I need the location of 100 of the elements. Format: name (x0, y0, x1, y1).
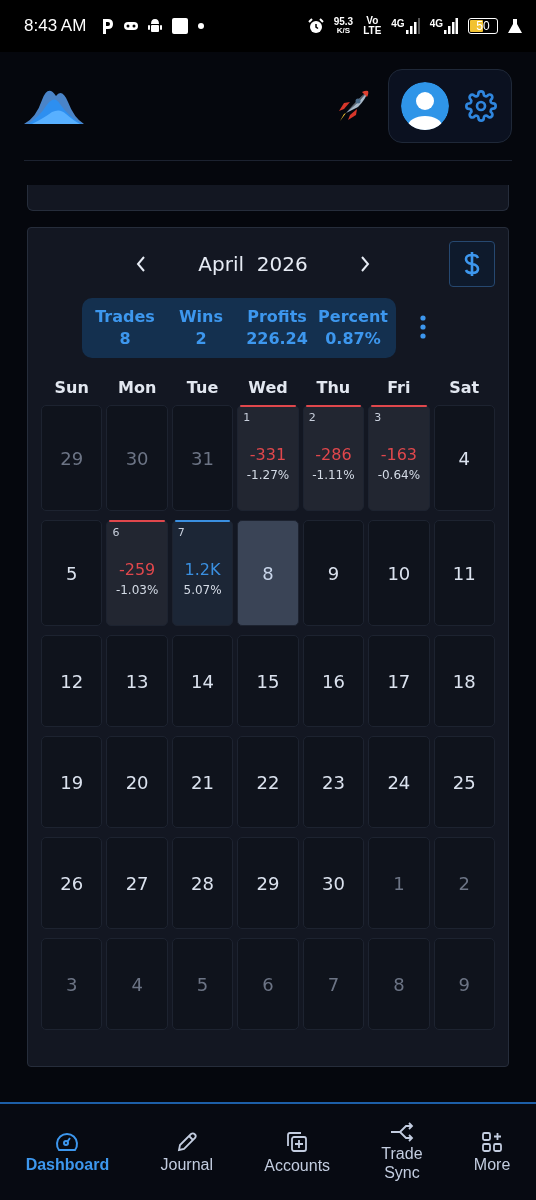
stat-value: 226.24 (246, 328, 308, 350)
calendar-day[interactable]: 28 (171, 837, 234, 929)
network-speed: 95.3 (333, 17, 354, 27)
calendar-day[interactable]: 30 (106, 405, 168, 511)
signal-icon (405, 18, 420, 34)
nav-tab[interactable]: More (473, 1130, 511, 1174)
copy-plus-icon (285, 1129, 310, 1154)
split-arrows-icon (388, 1122, 415, 1142)
calendar-day[interactable]: 29 (41, 405, 103, 511)
calendar-day-card[interactable]: 2 -286 -1.11% (302, 405, 365, 511)
nav-tab[interactable]: Trade Sync (381, 1122, 423, 1182)
weekday-label: Thu (315, 378, 352, 397)
grid-plus-icon (481, 1130, 504, 1153)
profit-amount: 1.2K (184, 559, 221, 579)
square-icon (172, 18, 189, 34)
alarm-icon (307, 18, 324, 34)
calendar-day-card[interactable]: 7 1.2K 5.07% (171, 520, 234, 626)
stat-label: Wins (178, 306, 223, 328)
calendar-day[interactable]: 26 (41, 837, 103, 929)
calendar-day[interactable]: 17 (368, 635, 430, 727)
calendar-day[interactable]: 11 (433, 520, 495, 626)
calendar-day[interactable]: 23 (302, 736, 365, 828)
calendar-day[interactable]: 7 (302, 938, 365, 1030)
calendar-day[interactable]: 2 (433, 837, 495, 929)
volte-label: Vo (366, 16, 379, 26)
calendar-day[interactable]: 21 (171, 736, 234, 828)
gauge-icon (55, 1130, 80, 1153)
calendar-day[interactable]: 16 (302, 635, 365, 727)
calendar-day[interactable]: 9 (433, 938, 495, 1030)
day-number: 1 (243, 411, 251, 424)
calendar-day[interactable]: 5 (171, 938, 234, 1030)
calendar-day-card[interactable]: 3 -163 -0.64% (368, 405, 430, 511)
stat-label: Percent (318, 306, 388, 328)
nav-tab[interactable]: Dashboard (25, 1130, 110, 1174)
network-type: 4G (429, 18, 443, 29)
kebab-menu-icon (420, 314, 426, 339)
calendar-day[interactable]: 5 (41, 520, 103, 626)
weekday-label: Wed (247, 378, 289, 397)
month-title: April 2026 (197, 252, 309, 276)
chevron-right-icon (359, 255, 371, 273)
pencil-icon (175, 1130, 198, 1153)
weekday-label: Sat (448, 378, 481, 397)
dot-icon (198, 23, 205, 29)
calendar-day[interactable]: 30 (302, 837, 365, 929)
calendar-day[interactable]: 1 (368, 837, 430, 929)
day-number: 3 (374, 411, 382, 424)
settings-icon[interactable] (465, 90, 497, 122)
stat-value: 8 (119, 328, 131, 350)
profit-amount: -163 (380, 444, 417, 464)
profit-percent: -0.64% (377, 467, 421, 482)
network-type: 4G (391, 18, 405, 29)
calendar-day[interactable]: 22 (237, 736, 299, 828)
currency-button[interactable] (449, 241, 495, 287)
weekday-label: Tue (185, 378, 220, 397)
day-number: 2 (308, 411, 316, 424)
calendar-day[interactable]: 13 (106, 635, 168, 727)
stat-label: Profits (247, 306, 307, 328)
calendar-day[interactable]: 10 (368, 520, 430, 626)
calendar-day[interactable]: 12 (41, 635, 103, 727)
calendar-day-card[interactable]: 6 -259 -1.03% (106, 520, 168, 626)
dollar-icon (464, 251, 480, 277)
calendar-day[interactable]: 8 (237, 520, 299, 626)
profit-percent: -1.27% (246, 467, 290, 482)
stat-value: 2 (195, 328, 207, 350)
calendar-day[interactable]: 18 (433, 635, 495, 727)
calendar-day[interactable]: 3 (41, 938, 103, 1030)
calendar-day[interactable]: 27 (106, 837, 168, 929)
profit-amount: -259 (118, 559, 156, 579)
calendar-day[interactable]: 20 (106, 736, 168, 828)
calendar-day[interactable]: 25 (433, 736, 495, 828)
avatar-icon[interactable] (401, 82, 449, 130)
weekday-label: Sun (53, 378, 90, 397)
calendar-day[interactable]: 24 (368, 736, 430, 828)
calendar-day[interactable]: 29 (237, 837, 299, 929)
nav-tab[interactable]: Accounts (264, 1129, 331, 1175)
calendar-day[interactable]: 4 (106, 938, 168, 1030)
clock-time: 8:43 AM (24, 16, 87, 36)
gamepad-icon (124, 21, 139, 31)
stat-label: Trades (95, 306, 155, 328)
calendar-day[interactable]: 6 (237, 938, 299, 1030)
profit-amount: -286 (315, 444, 352, 464)
calendar-day[interactable]: 31 (171, 405, 234, 511)
rocket-icon[interactable] (336, 89, 370, 123)
flask-icon (508, 18, 522, 34)
volte-label: LTE (363, 26, 382, 36)
calendar-day[interactable]: 9 (302, 520, 365, 626)
calendar-day[interactable]: 15 (237, 635, 299, 727)
calendar-day[interactable]: 8 (368, 938, 430, 1030)
signal-icon (444, 18, 458, 34)
day-number: 6 (112, 526, 120, 539)
calendar-day[interactable]: 14 (171, 635, 234, 727)
stat-value: 0.87% (325, 328, 381, 350)
nav-tab[interactable]: Journal (160, 1130, 213, 1174)
calendar-day[interactable]: 19 (41, 736, 103, 828)
profit-percent: -1.11% (312, 467, 355, 482)
weekday-label: Fri (386, 378, 412, 397)
profit-percent: 5.07% (183, 582, 222, 597)
calendar-day-card[interactable]: 1 -331 -1.27% (237, 405, 299, 511)
day-number: 7 (177, 526, 185, 539)
calendar-day[interactable]: 4 (433, 405, 495, 511)
